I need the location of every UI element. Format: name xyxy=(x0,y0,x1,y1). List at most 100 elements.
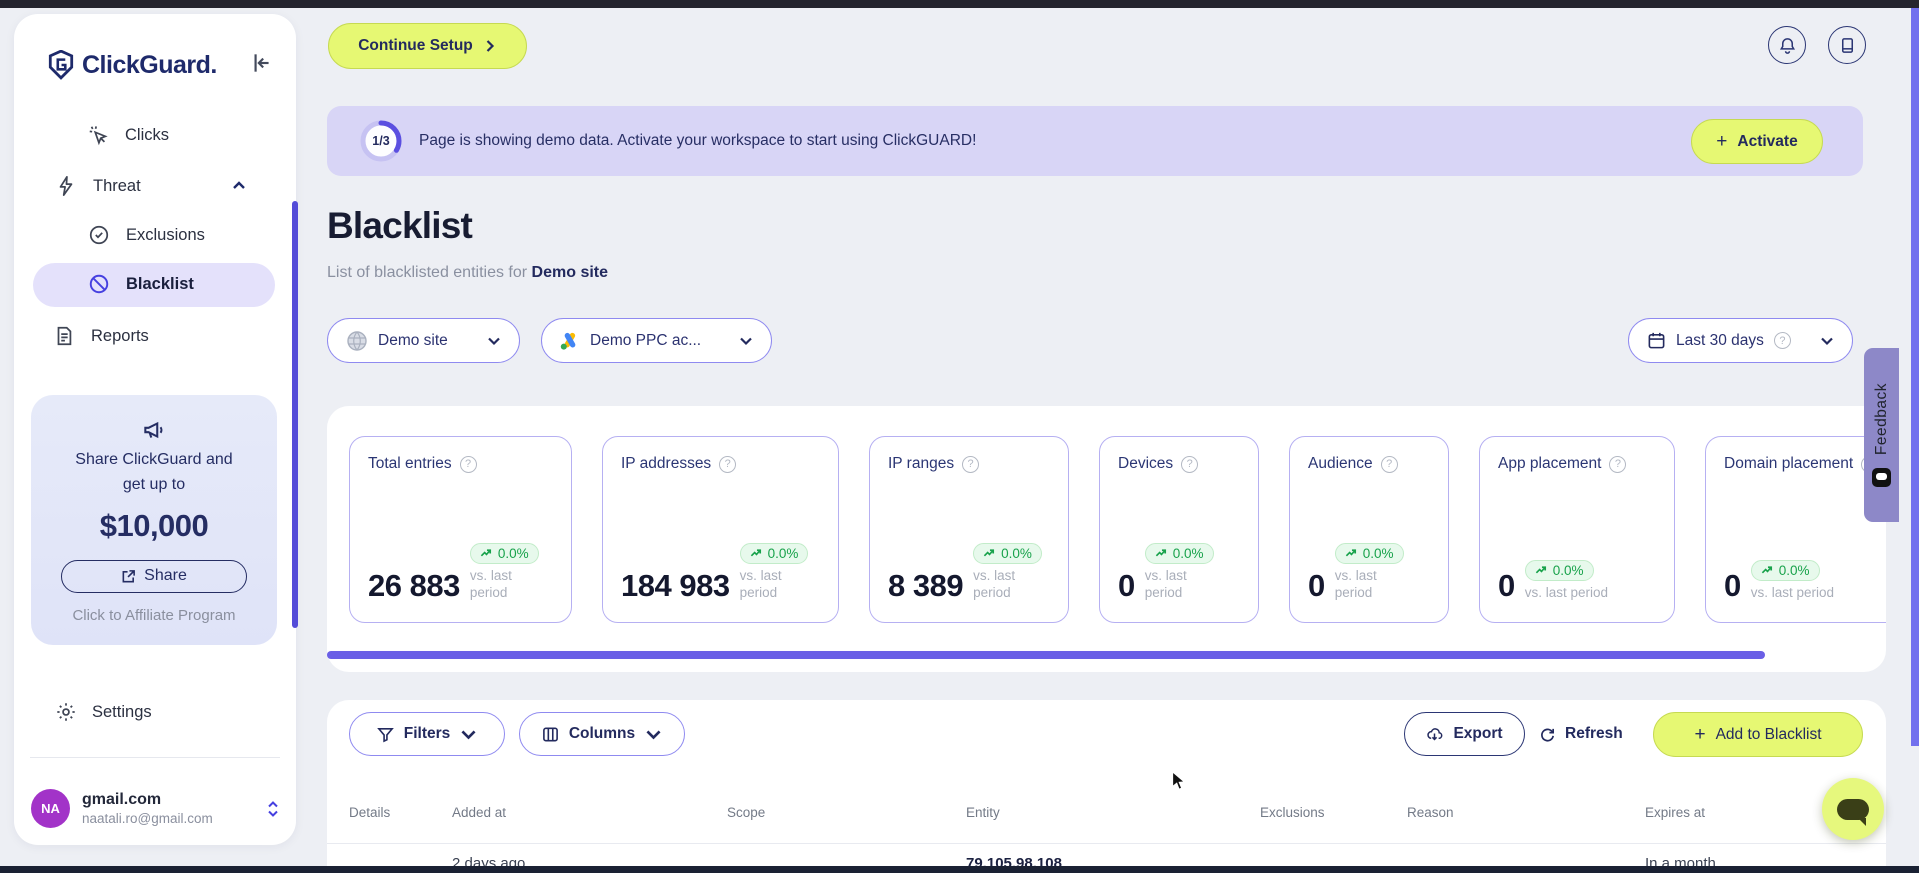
help-icon[interactable]: ? xyxy=(459,455,477,473)
stat-label: IP ranges xyxy=(888,455,955,472)
feedback-chat-icon xyxy=(1872,467,1891,487)
activate-button[interactable]: + Activate xyxy=(1691,119,1823,164)
columns-label: Columns xyxy=(568,725,636,742)
date-range-selector[interactable]: Last 30 days ? xyxy=(1628,318,1853,363)
feedback-tab[interactable]: Feedback xyxy=(1864,348,1899,522)
help-icon[interactable]: ? xyxy=(719,455,737,473)
avatar: NA xyxy=(31,789,70,828)
column-header-expires-at[interactable]: Expires at xyxy=(1645,805,1705,820)
continue-setup-label: Continue Setup xyxy=(358,37,473,54)
affiliate-caption: Click to Affiliate Program xyxy=(72,606,236,624)
sidebar-divider xyxy=(30,757,280,758)
account-switcher[interactable]: NA gmail.com naatali.ro@gmail.com xyxy=(31,789,281,828)
column-header-reason[interactable]: Reason xyxy=(1407,805,1454,820)
refresh-label: Refresh xyxy=(1565,725,1623,742)
page-title: Blacklist xyxy=(327,205,473,246)
page-subtitle: List of blacklisted entities for Demo si… xyxy=(327,264,608,282)
subtitle-text: List of blacklisted entities for xyxy=(327,264,532,281)
sidebar-item-clicks[interactable]: Clicks xyxy=(87,124,169,146)
sidebar-collapse-icon[interactable] xyxy=(248,50,274,76)
trend-up-icon xyxy=(750,549,761,557)
chevron-right-icon xyxy=(486,40,494,52)
globe-icon xyxy=(347,330,367,351)
stat-delta-badge: 0.0% xyxy=(1750,560,1820,582)
trend-up-icon xyxy=(1761,566,1772,574)
promo-text-line2: get up to xyxy=(122,475,186,493)
column-header-added-at[interactable]: Added at xyxy=(452,805,506,820)
stat-label: Domain placement xyxy=(1724,455,1854,472)
window-top-edge xyxy=(0,0,1919,8)
page-vertical-scrollbar[interactable] xyxy=(1911,8,1919,746)
trend-up-icon xyxy=(1345,549,1356,557)
stat-label: IP addresses xyxy=(621,455,712,472)
filters-dropdown[interactable]: Filters xyxy=(349,712,505,756)
export-button[interactable]: Export xyxy=(1404,712,1525,756)
sidebar-item-label: Blacklist xyxy=(126,274,194,293)
cloud-download-icon xyxy=(1427,727,1443,740)
stat-caption: vs. last period xyxy=(1524,585,1609,601)
help-icon[interactable]: ? xyxy=(1609,455,1627,473)
sidebar-item-label: Threat xyxy=(93,176,141,195)
column-header-scope[interactable]: Scope xyxy=(727,805,765,820)
sidebar-item-label: Clicks xyxy=(125,125,169,144)
demo-data-banner: 1/3 Page is showing demo data. Activate … xyxy=(327,106,1863,176)
column-header-details[interactable]: Details xyxy=(349,805,390,820)
document-icon xyxy=(57,326,72,346)
stat-label: App placement xyxy=(1498,455,1602,472)
setup-progress-ring: 1/3 xyxy=(359,119,403,163)
stat-card-domain-placement: Domain placement? 0 0.0% vs. last period xyxy=(1705,436,1886,623)
bell-icon xyxy=(1779,37,1795,54)
site-selector[interactable]: Demo site xyxy=(327,318,520,363)
stat-caption: vs. last period xyxy=(469,567,512,601)
sidebar-item-exclusions[interactable]: Exclusions xyxy=(88,224,205,246)
add-to-blacklist-button[interactable]: + Add to Blacklist xyxy=(1653,712,1863,757)
sidebar-item-blacklist[interactable]: Blacklist xyxy=(88,273,194,295)
columns-dropdown[interactable]: Columns xyxy=(519,712,685,756)
sidebar-item-settings[interactable]: Settings xyxy=(55,701,152,723)
sidebar-item-threat[interactable]: Threat xyxy=(55,175,247,197)
help-icon[interactable]: ? xyxy=(1380,455,1398,473)
continue-setup-button[interactable]: Continue Setup xyxy=(328,23,527,69)
stat-label: Devices xyxy=(1118,455,1174,472)
stat-caption: vs. last period xyxy=(1144,567,1187,601)
stat-card-ip-ranges: IP ranges? 8 389 0.0% vs. last period xyxy=(869,436,1069,623)
chevron-down-icon xyxy=(740,337,752,345)
stat-label: Total entries xyxy=(368,455,452,472)
refresh-button[interactable]: Refresh xyxy=(1539,712,1623,756)
stat-delta-badge: 0.0% xyxy=(739,542,809,564)
ppc-account-selector[interactable]: Demo PPC ac... xyxy=(541,318,772,363)
trend-up-icon xyxy=(983,549,995,557)
column-header-exclusions[interactable]: Exclusions xyxy=(1260,805,1325,820)
affiliate-promo-card[interactable]: Share ClickGuard and get up to $10,000 S… xyxy=(31,395,277,645)
stat-value: 8 389 xyxy=(888,568,964,603)
trend-up-icon xyxy=(1535,566,1546,574)
docs-button[interactable] xyxy=(1828,26,1866,64)
share-button[interactable]: Share xyxy=(61,559,247,593)
help-icon[interactable]: ? xyxy=(1181,455,1199,473)
gear-icon xyxy=(57,703,75,721)
stat-value: 26 883 xyxy=(368,568,460,603)
badge-check-icon xyxy=(89,225,109,245)
column-header-entity[interactable]: Entity xyxy=(966,805,1000,820)
refresh-icon xyxy=(1541,728,1555,742)
chevron-down-icon xyxy=(1821,337,1833,345)
stat-value: 0 xyxy=(1724,568,1741,603)
window-bottom-edge xyxy=(0,866,1919,873)
stat-card-total-entries: Total entries? 26 883 0.0% vs. last peri… xyxy=(349,436,572,623)
ban-icon xyxy=(89,274,109,294)
stat-delta-badge: 0.0% xyxy=(973,542,1042,564)
stat-delta-badge: 0.0% xyxy=(1144,542,1214,564)
help-icon[interactable]: ? xyxy=(962,455,980,473)
sidebar-scrollbar[interactable] xyxy=(292,201,298,628)
plus-icon: + xyxy=(1694,724,1706,745)
chat-widget-button[interactable] xyxy=(1822,778,1884,840)
sidebar-item-reports[interactable]: Reports xyxy=(53,325,149,347)
help-icon: ? xyxy=(1773,332,1791,349)
chevron-down-icon xyxy=(646,730,661,739)
google-ads-icon xyxy=(560,332,576,350)
notifications-button[interactable] xyxy=(1768,26,1806,64)
stat-card-devices: Devices? 0 0.0% vs. last period xyxy=(1099,436,1259,623)
filter-icon xyxy=(376,727,394,742)
stats-horizontal-scrollbar[interactable] xyxy=(327,651,1765,659)
feedback-label: Feedback xyxy=(1872,383,1890,456)
